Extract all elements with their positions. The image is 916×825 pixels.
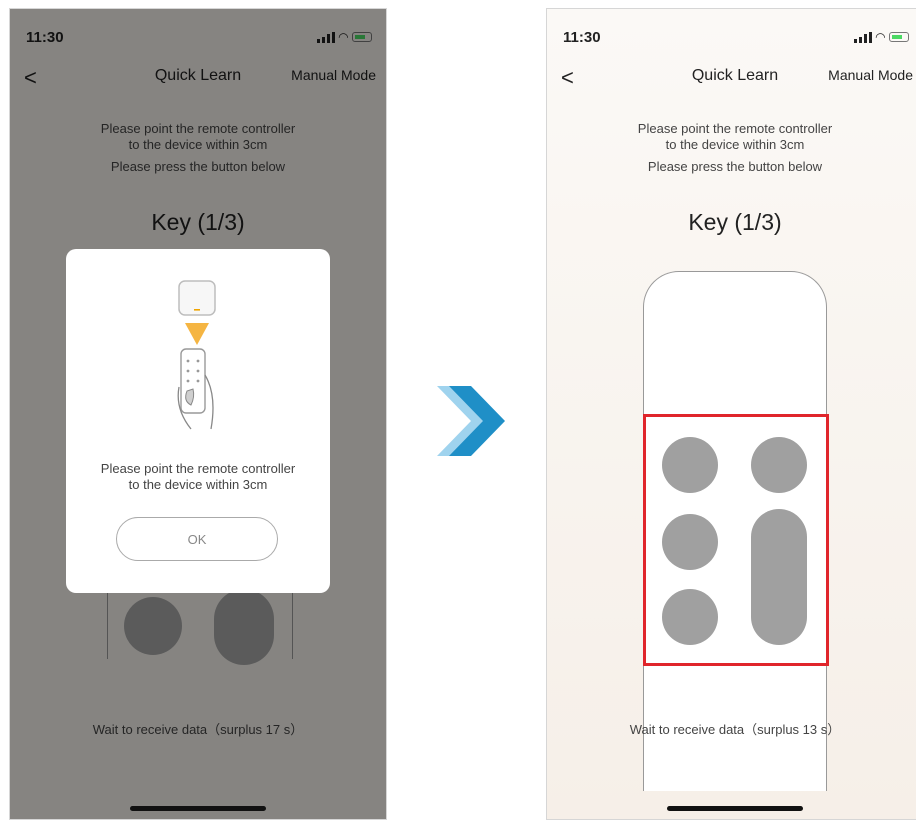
- phone-left: 11:30 ◠ < Quick Learn Manual Mode Please…: [9, 8, 387, 820]
- status-icons: ◠: [853, 30, 909, 44]
- status-time: 11:30: [563, 29, 601, 46]
- instruction-line-1: Please point the remote controller: [637, 121, 833, 136]
- ok-button[interactable]: OK: [116, 517, 278, 561]
- home-indicator[interactable]: [130, 806, 266, 811]
- dialog-line-2: to the device within 3cm: [128, 477, 268, 492]
- nav-bar: < Quick Learn Manual Mode: [547, 65, 916, 91]
- battery-icon: [889, 32, 909, 42]
- status-bar: 11:30 ◠: [561, 29, 909, 49]
- remote-illustration-icon: [177, 280, 216, 430]
- home-indicator[interactable]: [667, 806, 803, 811]
- instruction-text: Please point the remote controller to th…: [547, 121, 916, 153]
- wait-status: Wait to receive data（surplus 13 s）: [629, 722, 841, 737]
- manual-mode-button[interactable]: Manual Mode: [828, 67, 913, 83]
- tip-dialog: Please point the remote controller to th…: [66, 249, 330, 593]
- signal-icon: [853, 31, 872, 43]
- key-title: Key (1/3): [688, 209, 782, 235]
- instruction-line-3: Please press the button below: [647, 159, 823, 174]
- phone-right: 11:30 ◠ < Quick Learn Manual Mode Please…: [546, 8, 916, 820]
- dialog-message: Please point the remote controller to th…: [66, 461, 330, 493]
- instruction-line-2: to the device within 3cm: [665, 137, 805, 152]
- dialog-line-1: Please point the remote controller: [100, 461, 296, 476]
- wifi-icon: ◠: [875, 30, 885, 44]
- highlight-box: [643, 414, 829, 666]
- next-arrow-icon: [437, 386, 505, 456]
